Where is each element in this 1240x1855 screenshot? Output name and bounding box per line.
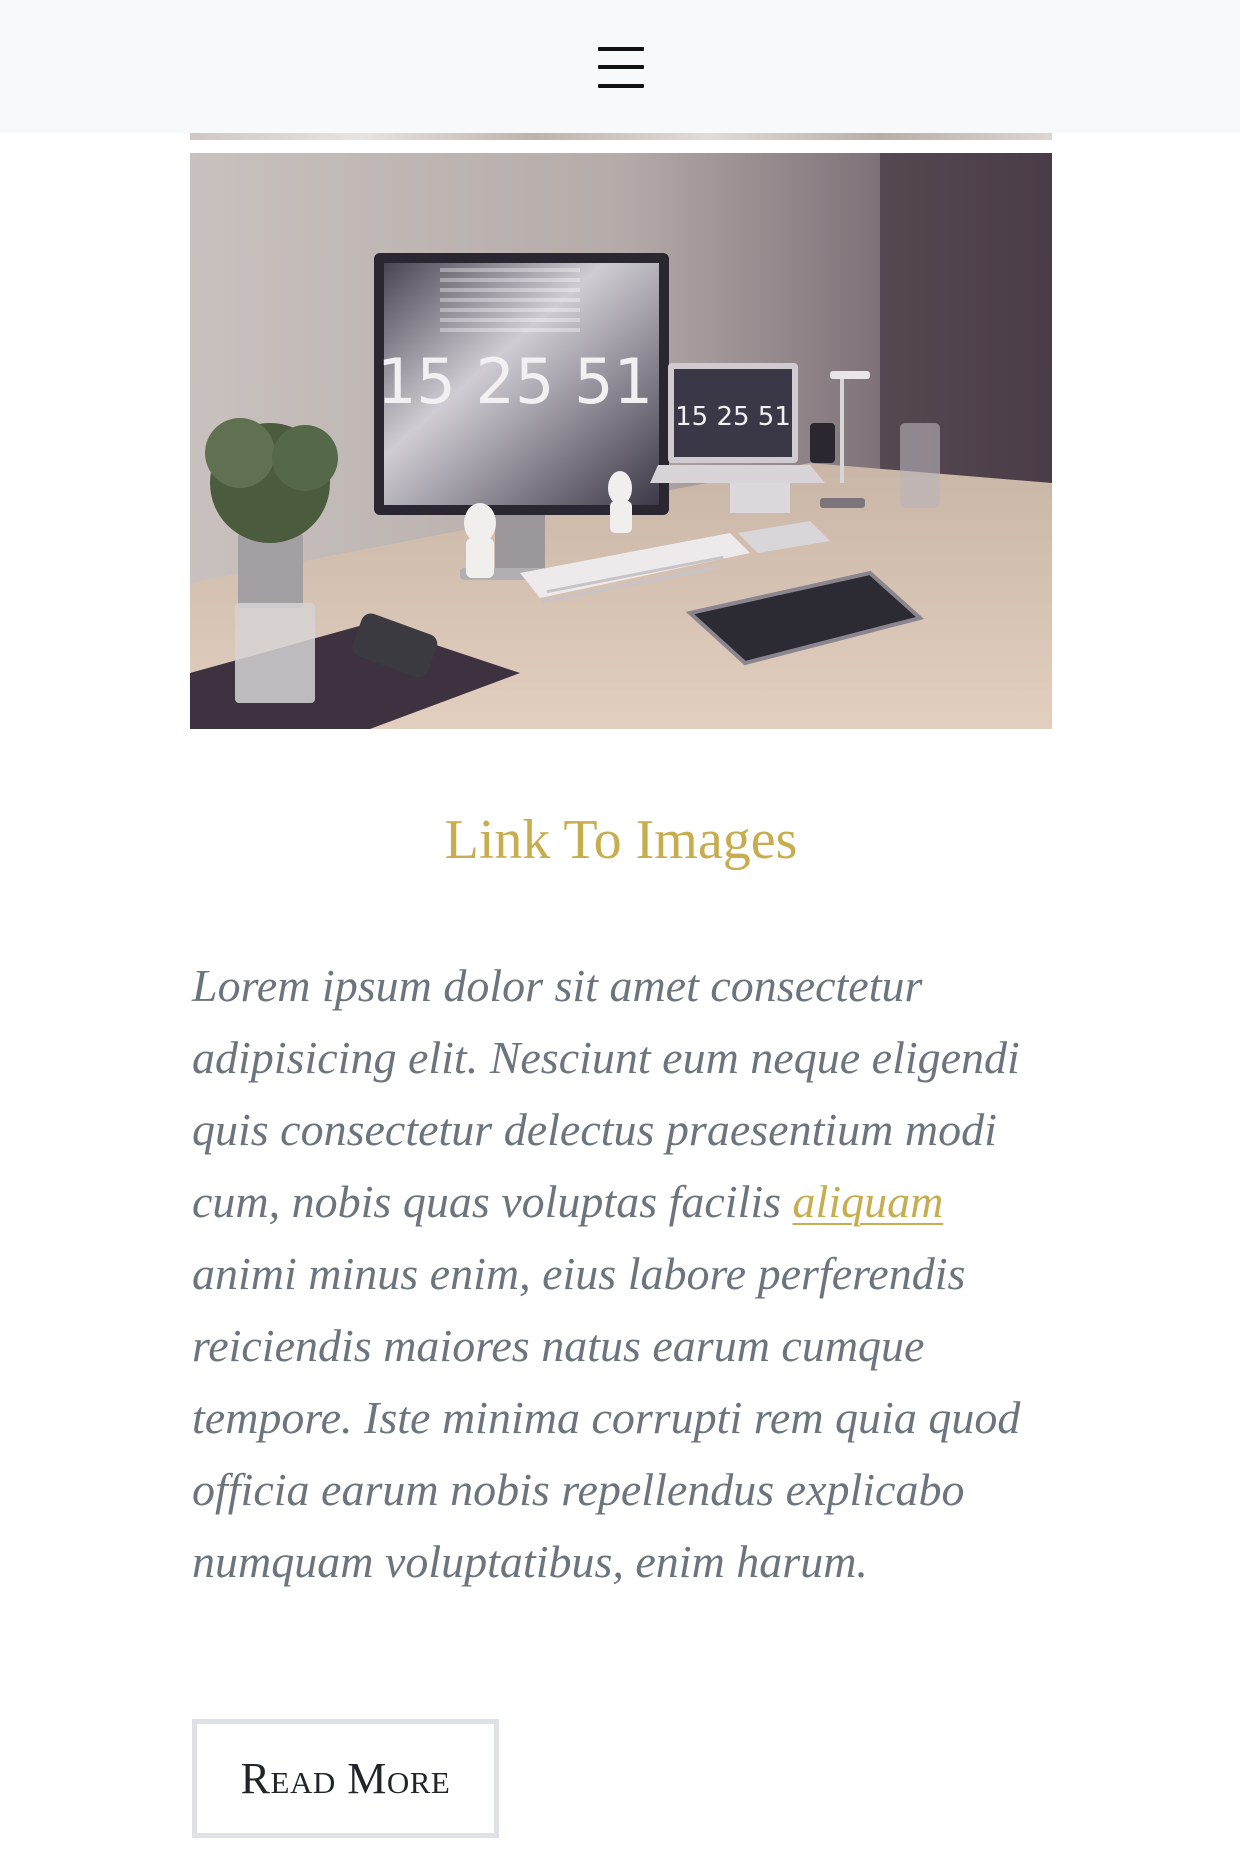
- top-navbar: [0, 0, 1240, 133]
- post-body-text: animi minus enim, eius labore perferendi…: [192, 1248, 1021, 1587]
- hamburger-menu-icon[interactable]: [598, 47, 644, 88]
- inline-link-aliquam[interactable]: aliquam: [793, 1176, 944, 1227]
- post-title[interactable]: Link To Images: [190, 800, 1052, 880]
- read-more-button[interactable]: Read More: [192, 1719, 499, 1838]
- hamburger-line: [598, 65, 644, 69]
- laptop-clock: 15 25 51: [675, 402, 791, 432]
- post-body: Lorem ipsum dolor sit amet consectetur a…: [192, 950, 1054, 1598]
- desk-photo: 15 25 51 15 25 51: [190, 153, 1052, 729]
- hamburger-line: [598, 47, 644, 51]
- monitor-clock: 15 25 51: [377, 345, 653, 418]
- hamburger-line: [598, 84, 644, 88]
- post-image-link[interactable]: 15 25 51 15 25 51: [190, 153, 1052, 729]
